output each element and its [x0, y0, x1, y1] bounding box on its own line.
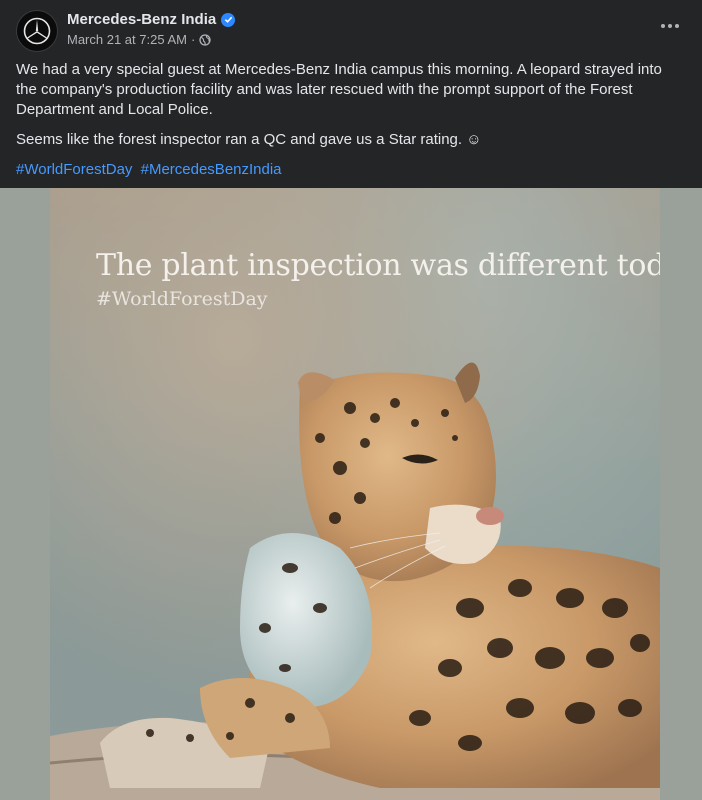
post-paragraph: We had a very special guest at Mercedes-…	[16, 61, 662, 118]
more-options-dot	[661, 24, 665, 28]
post-meta: March 21 at 7:25 AM ·	[67, 32, 211, 47]
post-paragraph: Seems like the forest inspector ran a QC…	[16, 131, 482, 148]
mercedes-star-logo-icon	[23, 17, 51, 45]
hashtag-link[interactable]: #WorldForestDay	[16, 161, 132, 178]
author-name-row: Mercedes-Benz India	[67, 11, 236, 28]
post-header: Mercedes-Benz India March 21 at 7:25 AM …	[16, 10, 686, 52]
verified-badge-icon	[221, 12, 236, 27]
more-options-dot	[668, 24, 672, 28]
hashtag-link[interactable]: #MercedesBenzIndia	[141, 161, 282, 178]
meta-separator: ·	[190, 32, 196, 47]
photo-hashtag: #WorldForestDay	[96, 288, 268, 310]
avatar[interactable]	[16, 10, 58, 52]
post-timestamp[interactable]: March 21 at 7:25 AM	[67, 32, 187, 47]
photo-headline: The plant inspection was different today…	[96, 248, 660, 283]
leopard-photo[interactable]: The plant inspection was different today…	[50, 188, 660, 800]
globe-icon[interactable]	[199, 33, 211, 46]
more-options-button[interactable]	[654, 14, 686, 38]
post-body: We had a very special guest at Mercedes-…	[16, 60, 686, 180]
hashtag-row: #WorldForestDay #MercedesBenzIndia	[16, 160, 686, 180]
facebook-post: Mercedes-Benz India March 21 at 7:25 AM …	[0, 0, 702, 800]
author-name[interactable]: Mercedes-Benz India	[67, 11, 216, 28]
post-media[interactable]: The plant inspection was different today…	[0, 188, 702, 800]
more-options-dot	[675, 24, 679, 28]
